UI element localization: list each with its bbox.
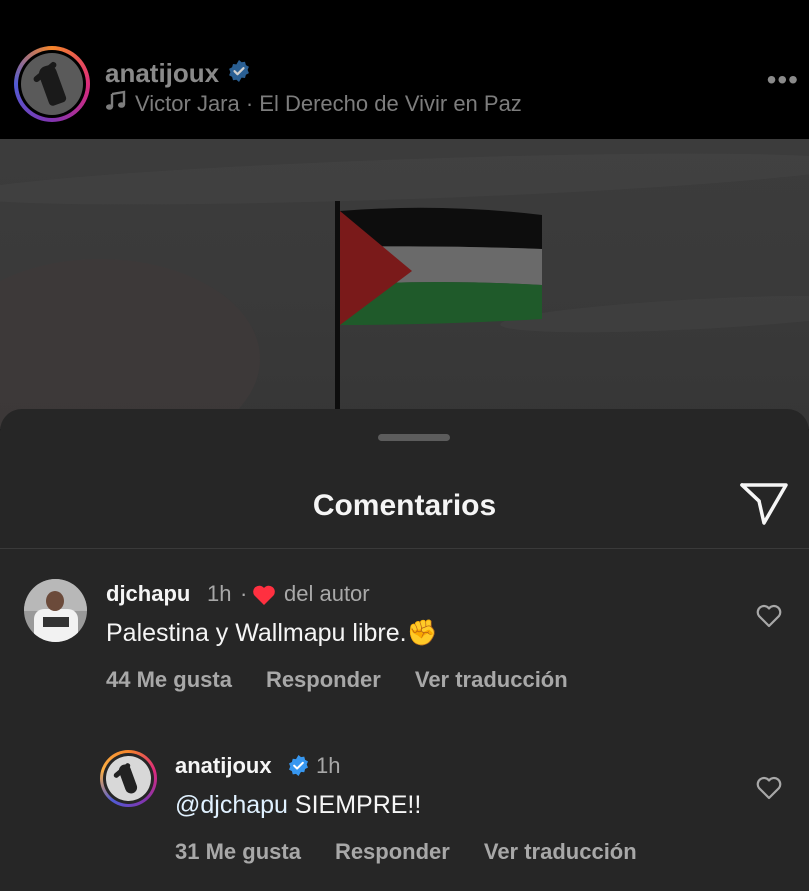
header-user[interactable]: anatijoux <box>105 58 251 89</box>
comments-sheet: Comentarios djchapu 1h · del autor Pales… <box>0 409 809 891</box>
reply-text: @djchapu SIEMPRE!! <box>175 791 421 820</box>
reply-username[interactable]: anatijoux <box>175 753 272 779</box>
comment-body: Palestina y Wallmapu libre. <box>106 619 407 647</box>
drag-handle[interactable] <box>378 434 450 441</box>
raised-fist-emoji: ✊ <box>406 619 438 647</box>
mention-link[interactable]: @djchapu <box>175 791 288 819</box>
reply-avatar[interactable] <box>100 750 157 807</box>
header-music[interactable]: Victor Jara · El Derecho de Vivir en Paz <box>105 90 522 118</box>
reply-button[interactable]: Responder <box>335 839 450 865</box>
palestine-flag-drawing <box>335 201 542 429</box>
like-heart-icon[interactable] <box>756 776 782 800</box>
like-heart-icon[interactable] <box>756 604 782 628</box>
post-image[interactable] <box>0 139 809 429</box>
sheet-title: Comentarios <box>312 489 497 522</box>
likes-count[interactable]: 44 Me gusta <box>106 667 232 693</box>
profile-avatar[interactable] <box>14 46 90 122</box>
likes-count[interactable]: 31 Me gusta <box>175 839 301 865</box>
send-icon[interactable] <box>738 481 790 527</box>
comment-username[interactable]: djchapu <box>106 581 190 607</box>
liked-by-author-label: del autor <box>284 581 370 606</box>
comment-actions: 44 Me gusta Responder Ver traducción <box>106 667 568 693</box>
author-heart-icon <box>252 584 276 611</box>
verified-badge-icon <box>287 754 310 782</box>
comment-time: 1h <box>207 581 232 606</box>
comment-text: Palestina y Wallmapu libre.✊ <box>106 619 438 648</box>
reply-body: SIEMPRE!! <box>287 791 422 819</box>
comment-avatar[interactable] <box>24 579 87 642</box>
divider <box>0 548 809 549</box>
more-options-icon[interactable]: ••• <box>767 66 799 94</box>
reply-time: 1h <box>316 753 341 778</box>
music-note-icon <box>105 90 127 118</box>
reply-actions: 31 Me gusta Responder Ver traducción <box>175 839 637 865</box>
translate-button[interactable]: Ver traducción <box>484 839 637 865</box>
song-title: Victor Jara · El Derecho de Vivir en Paz <box>135 91 522 116</box>
post-header: anatijoux Victor Jara · El Derecho de Vi… <box>0 0 809 139</box>
meta-separator: · <box>240 581 248 606</box>
header-username[interactable]: anatijoux <box>105 58 219 89</box>
verified-badge-icon <box>227 59 251 88</box>
reply-button[interactable]: Responder <box>266 667 381 693</box>
translate-button[interactable]: Ver traducción <box>415 667 568 693</box>
